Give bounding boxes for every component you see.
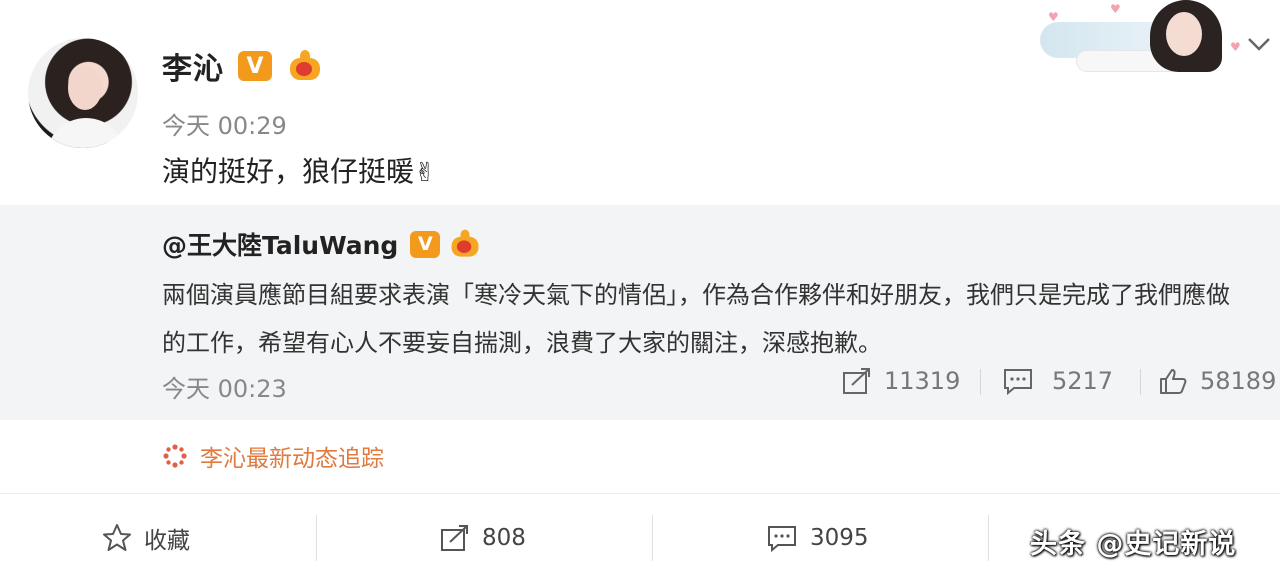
comment-count: 3095: [810, 525, 869, 551]
repost-like-stat[interactable]: 58189: [1158, 363, 1276, 399]
repost-like-count: 58189: [1200, 367, 1277, 395]
repost-count: 808: [482, 525, 526, 551]
repost-comment-stat[interactable]: 5217: [1002, 363, 1113, 399]
avatar-face: [68, 66, 102, 110]
favorite-label: 收藏: [144, 528, 190, 554]
action-divider: [316, 515, 317, 561]
action-bar-divider: [0, 493, 1280, 494]
favorite-button[interactable]: 收藏: [102, 520, 190, 556]
star-icon: [103, 524, 131, 551]
post-time[interactable]: 今天 00:29: [162, 106, 287, 141]
thumbs-up-icon: [1160, 369, 1187, 394]
repost-share-count: 11319: [884, 367, 961, 395]
repost-comment-count: 5217: [1052, 367, 1114, 395]
comment-icon: [1004, 369, 1032, 395]
comment-icon: [768, 526, 796, 552]
weibo-post: 李沁 V 今天 00:29 演的挺好，狼仔挺暖✌ ♥ ♥ ♥ @王大陸TaluW…: [0, 0, 1280, 578]
repost-button[interactable]: 808: [440, 520, 526, 556]
card-decoration: ♥ ♥ ♥: [1040, 0, 1241, 82]
comment-button[interactable]: 3095: [766, 520, 869, 556]
vip-crown-icon: [448, 229, 482, 259]
victory-hand-icon: ✌: [414, 158, 436, 188]
heart-icon: ♥: [1110, 2, 1121, 16]
repost-time[interactable]: 今天 00:23: [162, 369, 287, 404]
watermark: 头条 @史记新说: [1030, 529, 1237, 560]
decoration-figure-face: [1166, 12, 1202, 56]
repost-text: 兩個演員應節目組要求表演「寒冷天氣下的情侶」，作為合作夥伴和好朋友，我們只是完成…: [162, 281, 1230, 357]
author-row: 李沁 V: [162, 44, 324, 88]
author-avatar[interactable]: [28, 38, 138, 148]
latest-updates-link[interactable]: 李沁最新动态追踪: [162, 438, 384, 474]
stat-divider: [1140, 369, 1141, 395]
latest-updates-label: 李沁最新动态追踪: [200, 446, 384, 472]
share-icon: [441, 525, 468, 551]
reposted-card[interactable]: @王大陸TaluWang V 兩個演員應節目組要求表演「寒冷天氣下的情侶」，作為…: [0, 205, 1280, 420]
action-divider: [652, 515, 653, 561]
post-text: 演的挺好，狼仔挺暖✌: [162, 150, 436, 190]
share-icon: [843, 368, 870, 394]
repost-share-stat[interactable]: 11319: [842, 363, 960, 399]
repost-author-row: @王大陸TaluWang V: [162, 227, 484, 261]
sparkle-icon: [163, 444, 187, 468]
repost-author-name[interactable]: @王大陸TaluWang: [162, 226, 398, 262]
chevron-down-icon[interactable]: [1246, 30, 1272, 60]
stat-divider: [980, 369, 981, 395]
heart-icon: ♥: [1048, 10, 1059, 24]
verified-icon: V: [238, 51, 272, 81]
avatar-shirt: [46, 118, 126, 148]
post-text-content: 演的挺好，狼仔挺暖: [162, 155, 415, 188]
heart-icon: ♥: [1230, 40, 1241, 54]
author-name[interactable]: 李沁: [162, 44, 224, 88]
verified-icon: V: [410, 230, 441, 258]
action-divider: [988, 515, 989, 561]
vip-crown-icon: [286, 50, 324, 82]
